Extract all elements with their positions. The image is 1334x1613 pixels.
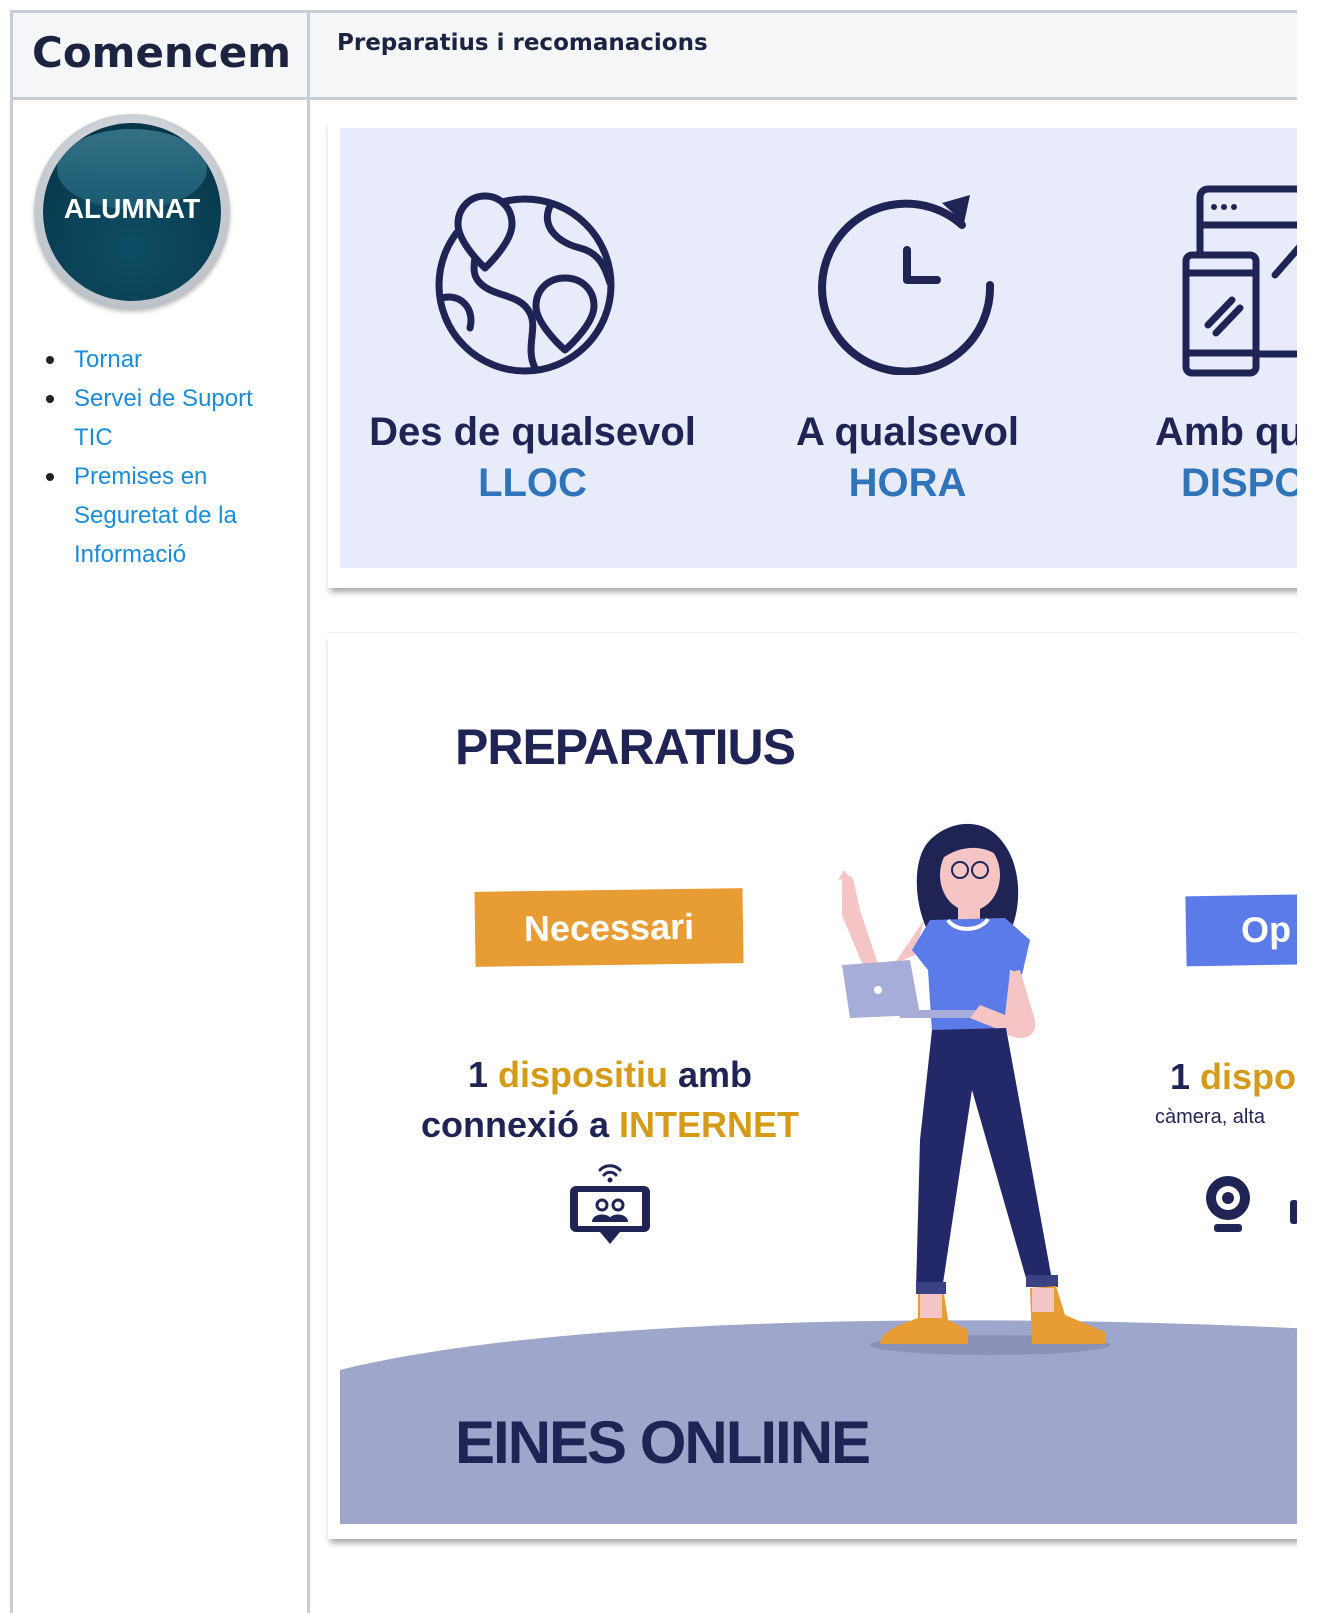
woman-with-laptop-illustration xyxy=(838,823,1105,1344)
page-title: Preparatius i recomanacions xyxy=(337,30,708,56)
devices-icon xyxy=(1182,185,1297,377)
necessari-description: 1 dispositiu amb connexió a INTERNET xyxy=(400,1050,820,1150)
badge-inner: ALUMNAT xyxy=(43,123,221,301)
opcional-description: 1 dispo xyxy=(1170,1056,1296,1098)
badge-label: ALUMNAT xyxy=(63,193,201,224)
feature-lloc: Des de qualsevol LLOC xyxy=(360,410,705,506)
nav-link-tornar[interactable]: Tornar xyxy=(74,346,142,373)
opcional-subtext: càmera, alta xyxy=(1155,1106,1266,1128)
sidebar-nav: Tornar Servei de Suport TIC Premises en … xyxy=(40,340,280,574)
feature-hora: A qualsevol HORA xyxy=(780,410,1035,506)
feature-lloc-line2: LLOC xyxy=(478,461,587,505)
tablet-wifi-icon xyxy=(570,1164,650,1244)
opcional-text-dispo: dispo xyxy=(1200,1056,1297,1097)
necessari-text-1: 1 xyxy=(467,1054,498,1095)
preparatius-title: PREPARATIUS xyxy=(455,719,796,775)
nav-item-servei: Servei de Suport TIC xyxy=(40,379,280,457)
necessari-text-amb: amb xyxy=(668,1054,753,1095)
nav-link-premises-seguretat[interactable]: Premises en Seguretat de la Informació xyxy=(74,463,237,568)
clock-icon xyxy=(818,195,995,375)
alumnat-badge: ALUMNAT xyxy=(34,114,230,310)
feature-dispositiu-line2: DISPO xyxy=(1181,461,1297,505)
globe-pins-icon xyxy=(435,192,615,375)
necessari-text-dispositiu: dispositiu xyxy=(498,1054,668,1095)
feature-hora-line2: HORA xyxy=(848,461,967,505)
webcam-icon xyxy=(1206,1176,1297,1232)
feature-hora-line1: A qualsevol xyxy=(795,410,1020,454)
opcional-label: Op xyxy=(1240,908,1292,951)
nav-item-premises: Premises en Seguretat de la Informació xyxy=(40,457,280,574)
nav-link-servei-suport-tic[interactable]: Servei de Suport TIC xyxy=(74,385,253,451)
feature-lloc-line1: Des de qualsevol xyxy=(369,410,696,454)
feature-dispositiu: Amb qu DISPO xyxy=(1155,410,1297,506)
opcional-text-1: 1 xyxy=(1170,1056,1201,1097)
necessari-tag: Necessari xyxy=(474,888,744,967)
necessari-text-internet: INTERNET xyxy=(619,1104,800,1145)
sidebar xyxy=(10,100,310,1613)
necessari-text-connexio: connexió a xyxy=(420,1104,620,1145)
sidebar-title: Comencem xyxy=(32,28,291,77)
necessari-label: Necessari xyxy=(523,905,695,950)
eines-online-title: EINES ONLIINE xyxy=(455,1409,871,1476)
feature-dispositiu-line1: Amb qu xyxy=(1155,410,1297,454)
nav-item-tornar: Tornar xyxy=(40,340,280,379)
opcional-tag: Op xyxy=(1185,893,1297,967)
